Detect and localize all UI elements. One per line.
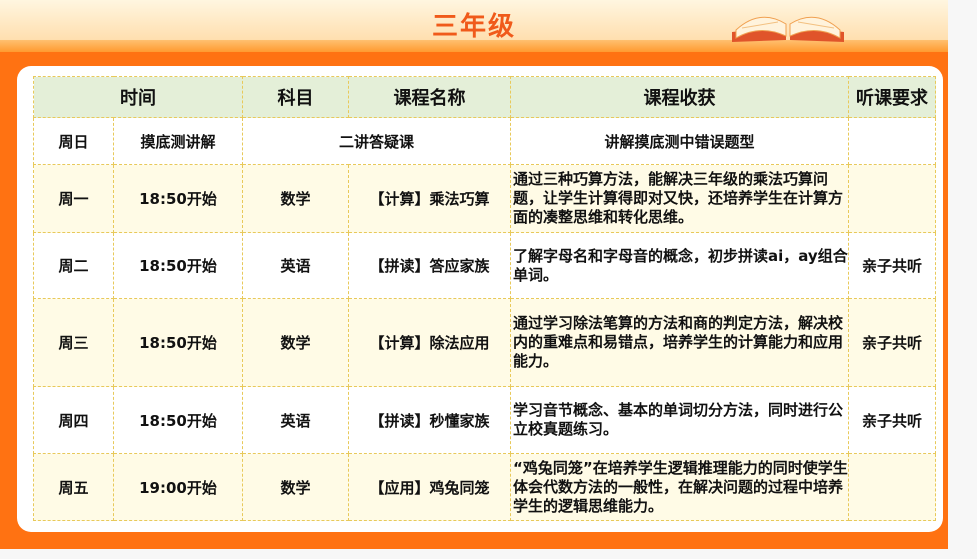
day-cell: 周五 <box>33 453 114 521</box>
header-gain: 课程收获 <box>510 76 849 118</box>
subject-cell: 英语 <box>242 232 349 299</box>
time-cell: 18:50开始 <box>113 298 243 387</box>
time-cell: 18:50开始 <box>113 386 243 454</box>
requirement-cell: 亲子共听 <box>848 298 936 387</box>
day-cell: 周日 <box>33 117 114 165</box>
day-cell: 周二 <box>33 232 114 299</box>
subject-cell: 数学 <box>242 298 349 387</box>
table-row: 周三 18:50开始 数学 【计算】除法应用 通过学习除法笔算的方法和商的判定方… <box>33 298 936 387</box>
subject-cell: 数学 <box>242 164 349 233</box>
gain-cell: 了解字母名和字母音的概念，初步拼读ai，ay组合单词。 <box>510 232 849 299</box>
requirement-cell <box>848 164 936 233</box>
day-cell: 周三 <box>33 298 114 387</box>
day-cell: 周一 <box>33 164 114 233</box>
course-cell: 【计算】除法应用 <box>348 298 511 387</box>
day-cell: 周四 <box>33 386 114 454</box>
course-cell: 【计算】乘法巧算 <box>348 164 511 233</box>
schedule-table: 时间 科目 课程名称 课程收获 听课要求 周日 摸底测讲解 二讲答疑课 讲解摸底… <box>33 76 936 521</box>
course-cell: 【拼读】秒懂家族 <box>348 386 511 454</box>
header-time: 时间 <box>33 76 243 118</box>
requirement-cell <box>848 453 936 521</box>
gain-cell: “鸡兔同笼”在培养学生逻辑推理能力的同时使学生体会代数方法的一般性，在解决问题的… <box>510 453 849 521</box>
table-row: 周四 18:50开始 英语 【拼读】秒懂家族 学习音节概念、基本的单词切分方法，… <box>33 386 936 454</box>
table-row: 周五 19:00开始 数学 【应用】鸡兔同笼 “鸡兔同笼”在培养学生逻辑推理能力… <box>33 453 936 521</box>
requirement-cell: 亲子共听 <box>848 232 936 299</box>
course-cell: 二讲答疑课 <box>242 117 511 165</box>
requirement-cell <box>848 117 936 165</box>
gain-cell: 通过学习除法笔算的方法和商的判定方法，解决校内的重难点和易错点，培养学生的计算能… <box>510 298 849 387</box>
time-cell: 18:50开始 <box>113 232 243 299</box>
table-row: 周一 18:50开始 数学 【计算】乘法巧算 通过三种巧算方法，能解决三年级的乘… <box>33 164 936 233</box>
header-subject: 科目 <box>242 76 349 118</box>
header-banner: 三年级 <box>0 0 948 52</box>
subject-cell: 英语 <box>242 386 349 454</box>
table-header-row: 时间 科目 课程名称 课程收获 听课要求 <box>33 76 936 118</box>
gain-cell: 讲解摸底测中错误题型 <box>510 117 849 165</box>
open-book-icon <box>732 16 844 42</box>
header-requirement: 听课要求 <box>848 76 936 118</box>
subject-cell: 数学 <box>242 453 349 521</box>
table-row: 周日 摸底测讲解 二讲答疑课 讲解摸底测中错误题型 <box>33 117 936 165</box>
table-row: 周二 18:50开始 英语 【拼读】答应家族 了解字母名和字母音的概念，初步拼读… <box>33 232 936 299</box>
gain-cell: 学习音节概念、基本的单词切分方法，同时进行公立校真题练习。 <box>510 386 849 454</box>
time-cell: 摸底测讲解 <box>113 117 243 165</box>
header-course: 课程名称 <box>348 76 511 118</box>
time-cell: 18:50开始 <box>113 164 243 233</box>
time-cell: 19:00开始 <box>113 453 243 521</box>
requirement-cell: 亲子共听 <box>848 386 936 454</box>
course-cell: 【拼读】答应家族 <box>348 232 511 299</box>
course-cell: 【应用】鸡兔同笼 <box>348 453 511 521</box>
gain-cell: 通过三种巧算方法，能解决三年级的乘法巧算问题，让学生计算得即对又快，还培养学生在… <box>510 164 849 233</box>
